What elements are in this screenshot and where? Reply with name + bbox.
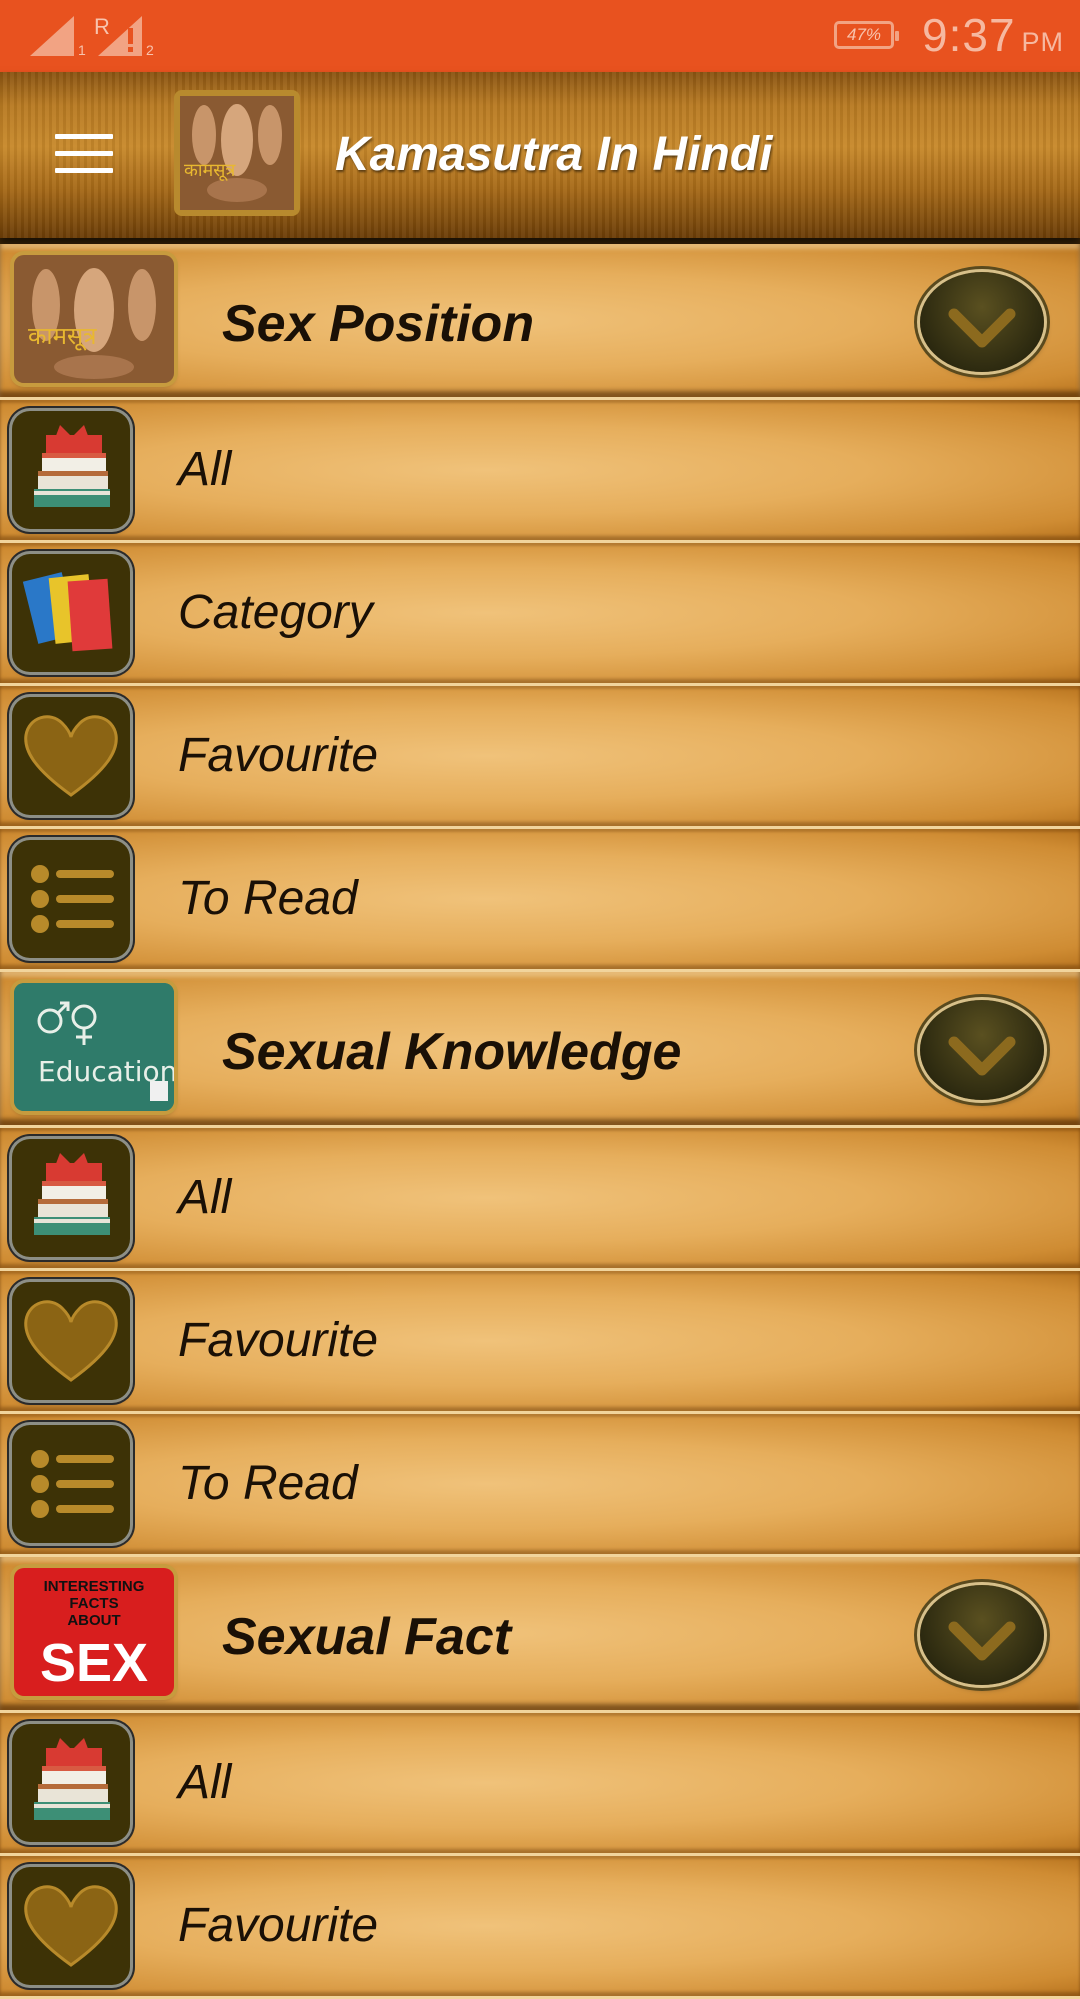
list-item-category[interactable]: Category — [0, 543, 1080, 686]
app-logo: कामसूत्र — [174, 90, 300, 216]
list-item-label: To Read — [178, 1457, 358, 1510]
list-item-favourite[interactable]: Favourite — [0, 686, 1080, 829]
education-chalkboard-image: Education — [14, 983, 174, 1111]
heart-icon — [12, 697, 130, 815]
facts-line-4: SEX — [39, 1633, 149, 1693]
list-item-label: Favourite — [178, 1314, 379, 1367]
section-header-sexual-knowledge[interactable]: Education Sexual Knowledge — [0, 972, 1080, 1128]
chevron-down-icon[interactable] — [920, 272, 1044, 372]
battery-percent: 47% — [846, 25, 882, 44]
signal-sim1-icon — [28, 14, 76, 58]
list-item-all[interactable]: All — [0, 1128, 1080, 1271]
list-item-to-read[interactable]: To Read — [0, 829, 1080, 972]
clock-time: 9:37 — [922, 9, 1016, 61]
list-item-to-read[interactable]: To Read — [0, 1414, 1080, 1557]
app-toolbar: कामसूत्र Kamasutra In Hindi — [0, 72, 1080, 238]
list-item-favourite[interactable]: Favourite — [0, 1271, 1080, 1414]
sim2-label: 2 — [146, 42, 154, 58]
list-item-label: All — [178, 1756, 232, 1809]
app-title: Kamasutra In Hindi — [335, 128, 773, 181]
list-item-label: To Read — [178, 872, 358, 925]
list-item-label: Favourite — [178, 1899, 379, 1952]
interesting-facts-image: INTERESTING FACTS ABOUT SEX — [14, 1568, 174, 1696]
section-title: Sexual Knowledge — [222, 1023, 682, 1081]
section-image-text: कामसूत्र — [28, 322, 97, 350]
list-icon — [12, 1425, 130, 1543]
chevron-down-icon[interactable] — [920, 1000, 1044, 1100]
signal-sim2-icon — [96, 14, 144, 58]
list-item-favourite[interactable]: Favourite — [0, 1856, 1080, 1999]
section-title: Sexual Fact — [222, 1608, 512, 1666]
facts-line-3: ABOUT — [67, 1612, 121, 1629]
heart-icon — [12, 1282, 130, 1400]
battery-icon: 47% — [834, 21, 899, 49]
list-item-label: Category — [178, 586, 373, 639]
section-header-sexual-fact[interactable]: INTERESTING FACTS ABOUT SEX Sexual Fact — [0, 1557, 1080, 1713]
kamasutra-sculpture-image: कामसूत्र — [14, 255, 174, 383]
list-item-all[interactable]: All — [0, 400, 1080, 543]
facts-line-1: INTERESTING — [43, 1578, 145, 1595]
clock-ampm: PM — [1021, 27, 1065, 57]
hamburger-menu-icon[interactable] — [55, 134, 113, 174]
menu-list: कामसूत्र Sex Position All Category Favou… — [0, 244, 1080, 1999]
books-icon — [12, 1724, 130, 1842]
section-header-sex-position[interactable]: कामसूत्र Sex Position — [0, 244, 1080, 400]
list-item-label: All — [178, 443, 232, 496]
list-item-label: All — [178, 1171, 232, 1224]
facts-line-2: FACTS — [69, 1595, 119, 1612]
status-bar: 1 R 2 47% 9:37 PM — [0, 0, 1080, 72]
list-icon — [12, 840, 130, 958]
section-title: Sex Position — [222, 295, 535, 353]
list-item-label: Favourite — [178, 729, 379, 782]
category-books-icon — [12, 554, 130, 672]
chevron-down-icon[interactable] — [920, 1585, 1044, 1685]
app-logo-text: कामसूत्र — [184, 160, 236, 181]
books-icon — [12, 1139, 130, 1257]
sim1-label: 1 — [78, 42, 86, 58]
education-text: Education — [38, 1055, 174, 1088]
heart-icon — [12, 1867, 130, 1985]
books-icon — [12, 411, 130, 529]
list-item-all[interactable]: All — [0, 1713, 1080, 1856]
clock: 9:37 PM — [922, 8, 1064, 62]
